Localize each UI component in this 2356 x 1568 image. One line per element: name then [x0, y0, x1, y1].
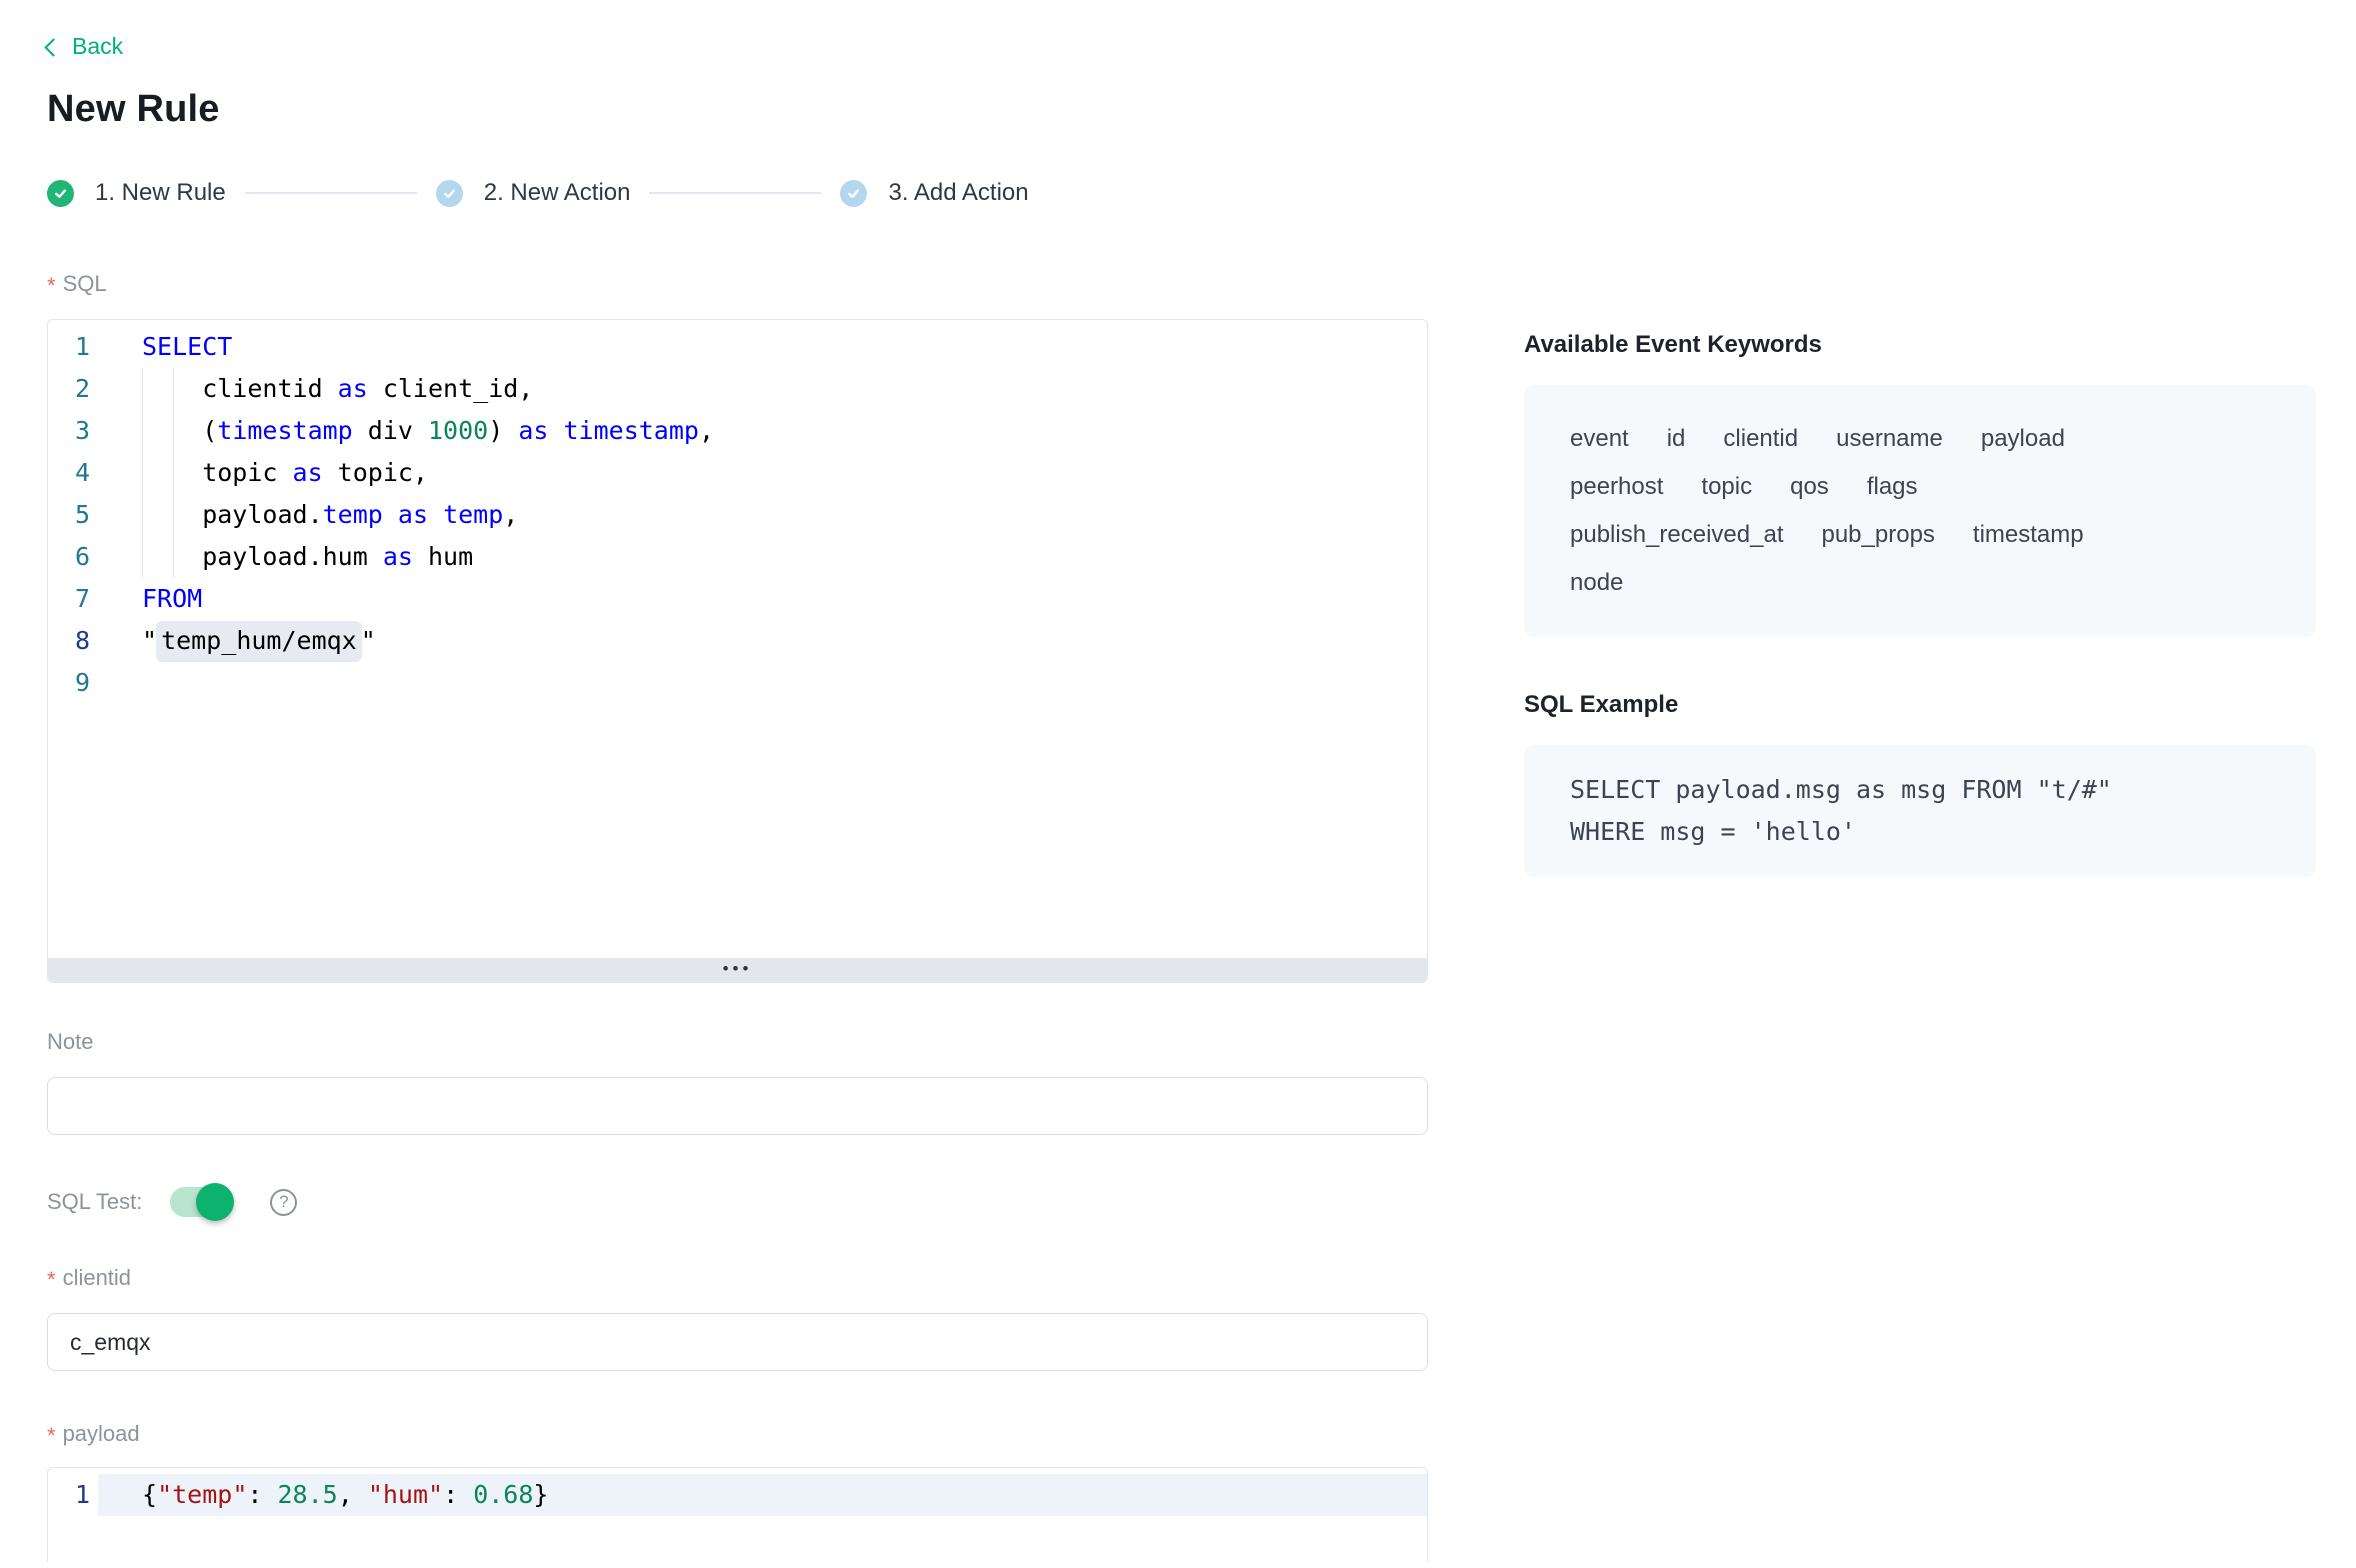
sql-code-editor[interactable]: 1SELECT2 clientid as client_id,3 (timest…: [47, 319, 1428, 983]
code-text: FROM: [90, 578, 202, 620]
line-number: 2: [48, 368, 90, 410]
sql-test-label: SQL Test:: [47, 1189, 142, 1215]
keyword-row: node: [1570, 559, 2270, 607]
event-keyword: id: [1667, 415, 1686, 463]
code-text: (timestamp div 1000) as timestamp,: [90, 410, 714, 452]
line-number: 3: [48, 410, 90, 452]
sql-example-line: SELECT payload.msg as msg FROM "t/#": [1570, 769, 2270, 811]
line-number: 9: [48, 662, 90, 704]
sql-example-heading: SQL Example: [1524, 691, 2316, 719]
code-line[interactable]: 1{"temp": 28.5, "hum": 0.68}: [48, 1474, 1427, 1516]
line-number: 1: [48, 326, 90, 368]
help-icon[interactable]: ?: [270, 1189, 297, 1216]
event-keyword: peerhost: [1570, 463, 1663, 511]
note-field-label: Note: [47, 1029, 1428, 1055]
required-asterisk: *: [47, 1267, 56, 1293]
note-input[interactable]: [47, 1077, 1428, 1135]
resize-dots-icon: •••: [723, 960, 753, 977]
keywords-heading: Available Event Keywords: [1524, 331, 2316, 359]
code-line[interactable]: 8"temp_hum/emqx": [48, 620, 1427, 662]
step-label: 2. New Action: [484, 179, 631, 207]
code-text: topic as topic,: [90, 452, 428, 494]
new-rule-page: Back New Rule 1. New Rule 2. New Action …: [0, 0, 2356, 1568]
event-keyword: publish_received_at: [1570, 511, 1783, 559]
back-label: Back: [72, 33, 123, 60]
event-keyword: topic: [1701, 463, 1752, 511]
step-check-icon: [436, 180, 463, 207]
code-text: payload.hum as hum: [90, 536, 473, 578]
code-text: payload.temp as temp,: [90, 494, 518, 536]
event-keyword: pub_props: [1821, 511, 1934, 559]
sql-test-toggle[interactable]: [170, 1187, 232, 1217]
code-text: clientid as client_id,: [90, 368, 533, 410]
code-line[interactable]: 9: [48, 662, 1427, 704]
step-connector: [649, 192, 821, 194]
code-text: SELECT: [90, 326, 232, 368]
code-line[interactable]: 5 payload.temp as temp,: [48, 494, 1427, 536]
sql-example-card: SELECT payload.msg as msg FROM "t/#"WHER…: [1524, 745, 2316, 877]
event-keyword: payload: [1981, 415, 2065, 463]
sql-test-row: SQL Test: ?: [47, 1187, 1428, 1217]
event-keyword: clientid: [1723, 415, 1798, 463]
code-line[interactable]: 3 (timestamp div 1000) as timestamp,: [48, 410, 1427, 452]
event-keyword: username: [1836, 415, 1943, 463]
toggle-knob: [196, 1183, 234, 1221]
required-asterisk: *: [47, 273, 56, 299]
code-text: [90, 662, 142, 704]
line-number: 6: [48, 536, 90, 578]
step-connector: [245, 192, 417, 194]
sql-editor-body[interactable]: 1SELECT2 clientid as client_id,3 (timest…: [48, 320, 1427, 958]
editor-resize-handle[interactable]: •••: [48, 958, 1427, 982]
payload-code-editor[interactable]: 1{"temp": 28.5, "hum": 0.68}: [47, 1467, 1428, 1562]
code-line[interactable]: 1SELECT: [48, 326, 1427, 368]
code-line[interactable]: 6 payload.hum as hum: [48, 536, 1427, 578]
keywords-card: eventid clientid username payload peerhost to…: [1524, 385, 2316, 637]
sql-field-label: * SQL: [47, 271, 1428, 297]
step-label: 1. New Rule: [95, 179, 226, 207]
code-text: {"temp": 28.5, "hum": 0.68}: [90, 1474, 548, 1516]
required-asterisk: *: [47, 1423, 56, 1449]
clientid-input[interactable]: [47, 1313, 1428, 1371]
step-add-action: 3. Add Action: [840, 179, 1028, 207]
keyword-row: publish_received_at pub_props timestamp: [1570, 511, 2270, 559]
code-line[interactable]: 4 topic as topic,: [48, 452, 1427, 494]
page-title: New Rule: [47, 88, 2316, 131]
wizard-stepper: 1. New Rule 2. New Action 3. Add Action: [47, 179, 2316, 207]
code-line[interactable]: 2 clientid as client_id,: [48, 368, 1427, 410]
line-number: 4: [48, 452, 90, 494]
event-keyword: event: [1570, 415, 1629, 463]
keyword-row: eventid clientid username payload: [1570, 415, 2270, 463]
line-number: 7: [48, 578, 90, 620]
step-new-action: 2. New Action: [436, 179, 631, 207]
keyword-row: peerhost topic qos flags: [1570, 463, 2270, 511]
event-keyword: flags: [1867, 463, 1918, 511]
step-label: 3. Add Action: [888, 179, 1028, 207]
event-keyword: qos: [1790, 463, 1829, 511]
sql-example-line: WHERE msg = 'hello': [1570, 811, 2270, 853]
event-keyword: timestamp: [1973, 511, 2084, 559]
event-keyword: node: [1570, 559, 1623, 607]
step-check-icon: [840, 180, 867, 207]
line-number: 1: [48, 1474, 90, 1516]
code-text: "temp_hum/emqx": [90, 620, 376, 662]
back-link[interactable]: Back: [47, 33, 123, 60]
payload-field-label: * payload: [47, 1421, 1428, 1447]
line-number: 5: [48, 494, 90, 536]
step-check-icon: [47, 180, 74, 207]
code-line[interactable]: 7FROM: [48, 578, 1427, 620]
line-number: 8: [48, 620, 90, 662]
chevron-left-icon: [44, 38, 62, 56]
clientid-field-label: * clientid: [47, 1265, 1428, 1291]
payload-editor-body[interactable]: 1{"temp": 28.5, "hum": 0.68}: [48, 1468, 1427, 1562]
step-new-rule: 1. New Rule: [47, 179, 226, 207]
